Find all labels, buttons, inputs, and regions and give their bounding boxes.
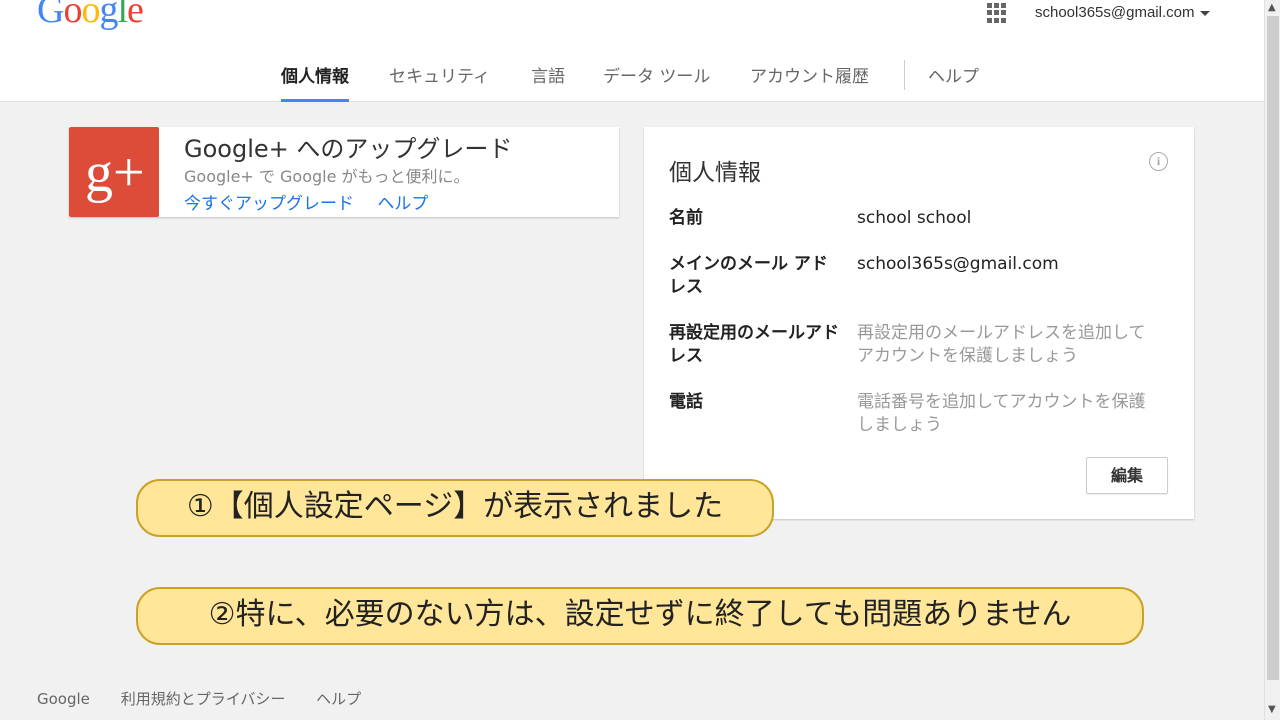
caret-down-icon <box>1200 10 1211 16</box>
gplus-help-link[interactable]: ヘルプ <box>377 194 428 214</box>
field-value-primary-email: school365s@gmail.com <box>857 254 1059 274</box>
tab-security[interactable]: セキュリティ <box>389 62 490 100</box>
scroll-down-icon[interactable]: ▼ <box>1268 704 1276 715</box>
google-logo[interactable]: Google <box>37 0 144 32</box>
field-label-primary-email: メインのメール アドレス <box>669 254 828 297</box>
callout-first: ①【個人設定ページ】が表示されました <box>136 479 774 537</box>
top-header: Google school365s@gmail.com 個人情報 セキュリティ … <box>0 0 1264 102</box>
personal-info-title: 個人情報 <box>669 160 761 186</box>
info-icon[interactable]: i <box>1149 152 1168 171</box>
gplus-logo-text: g+ <box>85 142 145 204</box>
footer-google-link[interactable]: Google <box>37 690 90 708</box>
account-email: school365s@gmail.com <box>1035 4 1195 21</box>
callout-second: ②特に、必要のない方は、設定せずに終了しても問題ありません <box>136 587 1144 645</box>
gplus-title: Google+ へのアップグレード <box>184 135 513 163</box>
field-label-phone: 電話 <box>669 392 703 412</box>
scroll-up-icon[interactable]: ▲ <box>1268 2 1276 13</box>
personal-info-card: 個人情報 i 名前 school school メインのメール アドレス sch… <box>644 127 1194 519</box>
upgrade-now-link[interactable]: 今すぐアップグレード <box>184 194 354 214</box>
vertical-scrollbar[interactable]: ▲ ▼ <box>1264 0 1280 720</box>
tab-personal-info[interactable]: 個人情報 <box>281 62 349 102</box>
field-value-phone[interactable]: 電話番号を追加してアカウントを保護しましょう <box>857 391 1162 437</box>
tab-data-tools[interactable]: データ ツール <box>603 62 710 100</box>
footer-help-link[interactable]: ヘルプ <box>316 690 361 708</box>
field-value-recovery-email[interactable]: 再設定用のメールアドレスを追加してアカウントを保護しましょう <box>857 322 1162 368</box>
field-value-name: school school <box>857 208 972 228</box>
footer: Google 利用規約とプライバシー ヘルプ <box>37 688 387 709</box>
tab-language[interactable]: 言語 <box>531 62 565 100</box>
gplus-links: 今すぐアップグレード ヘルプ <box>184 189 446 214</box>
gplus-upgrade-card: g+ Google+ へのアップグレード Google+ で Google がも… <box>69 127 619 217</box>
scroll-thumb[interactable] <box>1267 16 1279 680</box>
nav-divider <box>904 60 905 90</box>
google-plus-icon: g+ <box>69 127 159 217</box>
google-plus-logo-svg: g+ <box>85 142 145 204</box>
field-label-recovery-email: 再設定用のメールアドレス <box>669 323 839 366</box>
tab-help[interactable]: ヘルプ <box>928 62 979 100</box>
edit-button[interactable]: 編集 <box>1086 457 1168 494</box>
tab-account-history[interactable]: アカウント履歴 <box>750 62 869 100</box>
gplus-subtitle: Google+ で Google がもっと便利に。 <box>184 167 470 186</box>
footer-terms-link[interactable]: 利用規約とプライバシー <box>121 690 286 708</box>
account-menu[interactable]: school365s@gmail.com <box>1035 4 1211 21</box>
field-label-name: 名前 <box>669 208 703 228</box>
apps-grid-icon[interactable] <box>987 3 1007 23</box>
